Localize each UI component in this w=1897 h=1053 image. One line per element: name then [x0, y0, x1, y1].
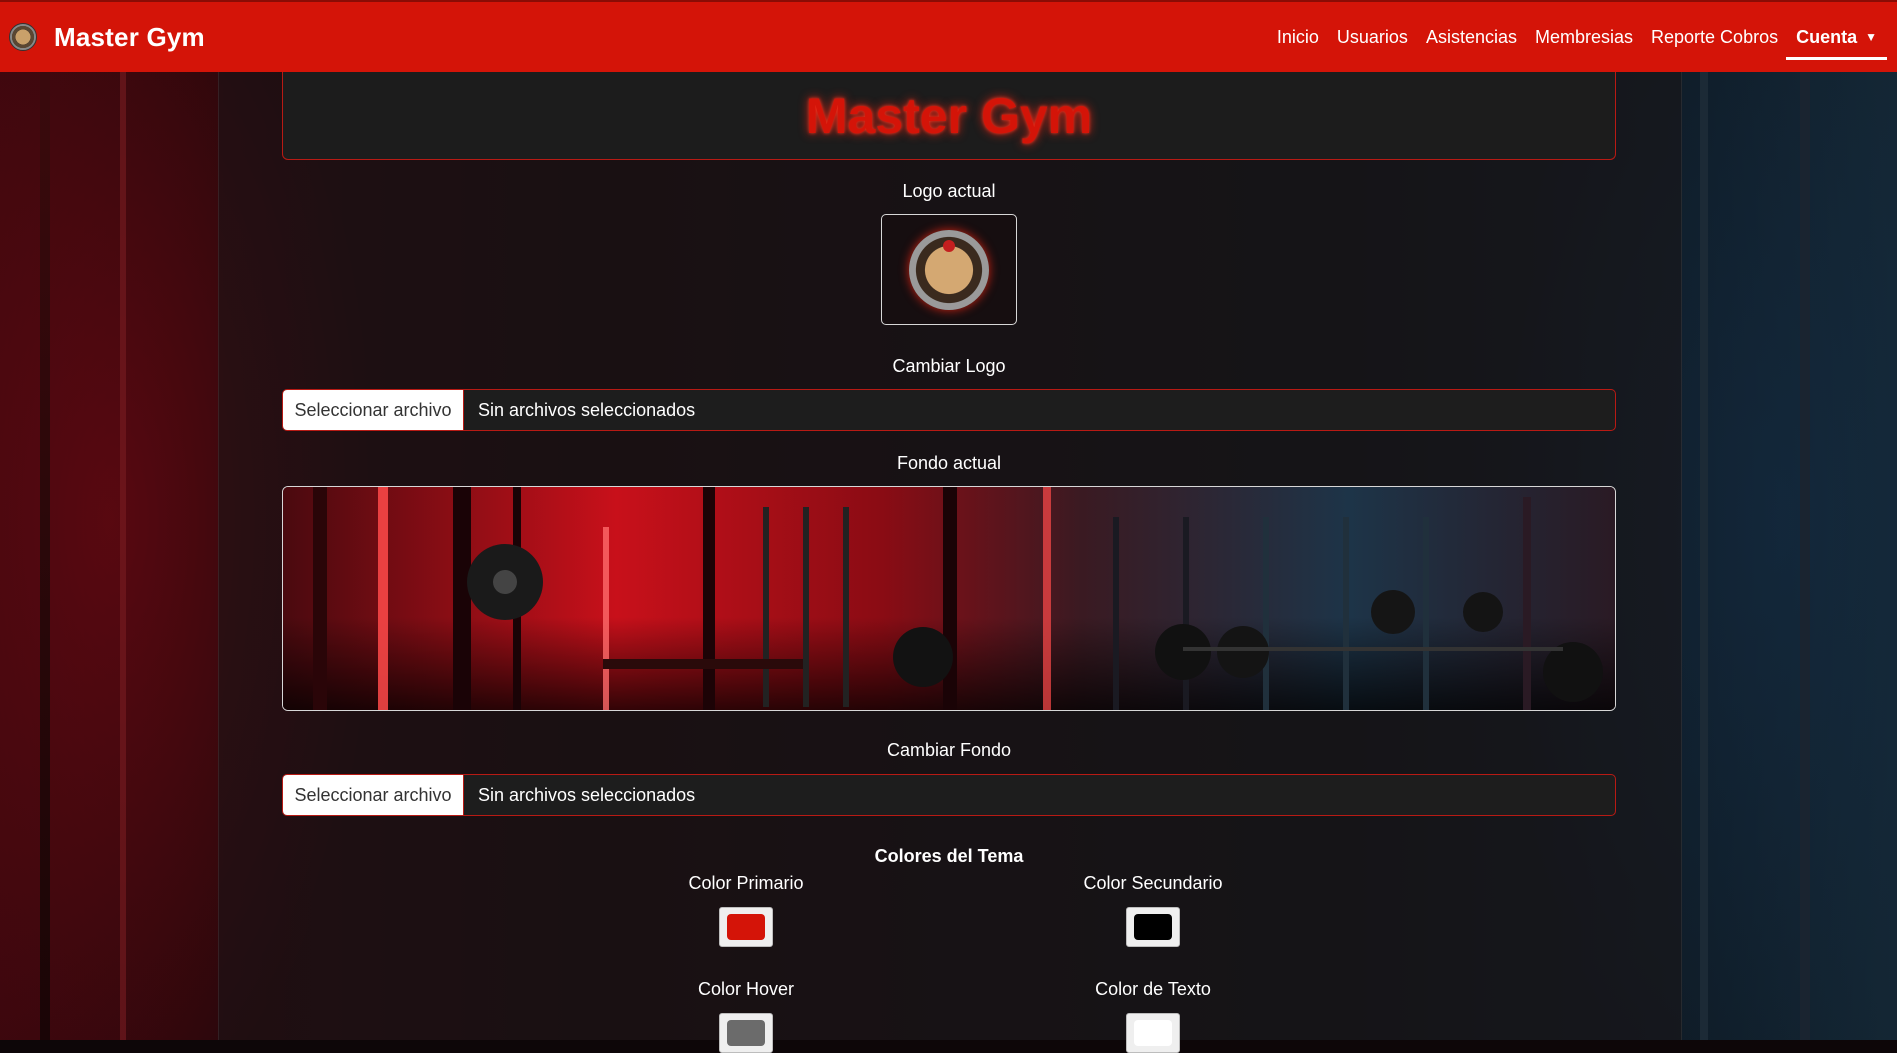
page-title: Master Gym [805, 87, 1093, 144]
hover-color-fill [727, 1020, 765, 1046]
background-decor [40, 72, 50, 1040]
logo-file-input[interactable]: Seleccionar archivo Sin archivos selecci… [282, 389, 1616, 431]
change-logo-label: Cambiar Logo [892, 356, 1006, 376]
primary-color-label: Color Primario [688, 873, 804, 893]
background-decor [1800, 72, 1810, 1040]
gym-logo-image [909, 229, 989, 310]
logo-label: Logo actual [902, 181, 996, 201]
navbar: Master Gym Inicio Usuarios Asistencias M… [0, 0, 1897, 72]
text-color-picker[interactable] [1126, 1013, 1180, 1053]
brand-name: Master Gym [54, 21, 205, 52]
background-file-input[interactable]: Seleccionar archivo Sin archivos selecci… [282, 774, 1616, 816]
secondary-color-label: Color Secundario [1083, 873, 1223, 893]
caret-down-icon: ▼ [1865, 30, 1877, 44]
brand-logo-icon [9, 23, 37, 51]
secondary-color-fill [1134, 914, 1172, 940]
hover-color-label: Color Hover [697, 979, 795, 999]
background-file-status: Sin archivos seleccionados [478, 784, 696, 805]
nav-links: Inicio Usuarios Asistencias Membresias R… [1259, 2, 1887, 72]
nav-link-reporte-cobros[interactable]: Reporte Cobros [1651, 27, 1778, 48]
select-background-file-button[interactable]: Seleccionar archivo [283, 775, 464, 815]
logo-preview [881, 214, 1017, 325]
account-dropdown[interactable]: Cuenta ▼ [1786, 2, 1887, 72]
title-box: Master Gym [282, 72, 1616, 160]
text-color-fill [1134, 1020, 1172, 1046]
secondary-color-picker[interactable] [1126, 907, 1180, 947]
primary-color-picker[interactable] [719, 907, 773, 947]
nav-link-inicio[interactable]: Inicio [1277, 27, 1319, 48]
primary-color-fill [727, 914, 765, 940]
background-decor [120, 72, 126, 1040]
gym-background-image [283, 487, 1615, 710]
nav-link-asistencias[interactable]: Asistencias [1426, 27, 1517, 48]
nav-link-membresias[interactable]: Membresias [1535, 27, 1633, 48]
brand[interactable]: Master Gym [9, 22, 205, 53]
background-preview [282, 486, 1616, 711]
theme-colors-heading: Colores del Tema [874, 846, 1024, 866]
account-label: Cuenta [1796, 26, 1858, 47]
background-decor [1700, 72, 1708, 1040]
change-background-label: Cambiar Fondo [886, 740, 1012, 760]
hover-color-picker[interactable] [719, 1013, 773, 1053]
background-label: Fondo actual [896, 453, 1002, 473]
select-logo-file-button[interactable]: Seleccionar archivo [283, 390, 464, 430]
nav-link-usuarios[interactable]: Usuarios [1337, 27, 1408, 48]
text-color-label: Color de Texto [1095, 979, 1211, 999]
logo-file-status: Sin archivos seleccionados [478, 399, 696, 420]
